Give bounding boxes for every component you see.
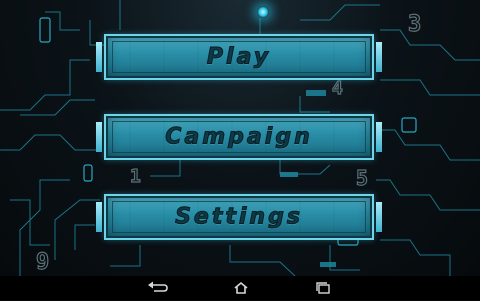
background-digit: 1	[129, 166, 141, 187]
system-nav-bar	[0, 276, 480, 300]
play-button[interactable]: Play	[96, 34, 382, 80]
settings-button[interactable]: Settings	[96, 194, 382, 240]
background-digit: 3	[407, 12, 422, 37]
play-label: Play	[206, 44, 272, 70]
back-button[interactable]	[142, 279, 172, 297]
back-arrow-icon	[148, 281, 168, 292]
recents-button[interactable]	[308, 279, 338, 297]
campaign-label: Campaign	[165, 124, 313, 150]
background-digit: 9	[35, 250, 50, 275]
glow-light	[257, 6, 269, 18]
campaign-button[interactable]: Campaign	[96, 114, 382, 160]
game-screen: 3 4 1 5 9 Play Campaign Settings	[0, 0, 480, 276]
home-button[interactable]	[226, 279, 256, 297]
recent-apps-icon	[316, 282, 330, 294]
home-icon	[234, 281, 248, 294]
background-digit: 5	[355, 166, 369, 190]
background-digit: 4	[331, 78, 343, 99]
settings-label: Settings	[175, 204, 303, 230]
